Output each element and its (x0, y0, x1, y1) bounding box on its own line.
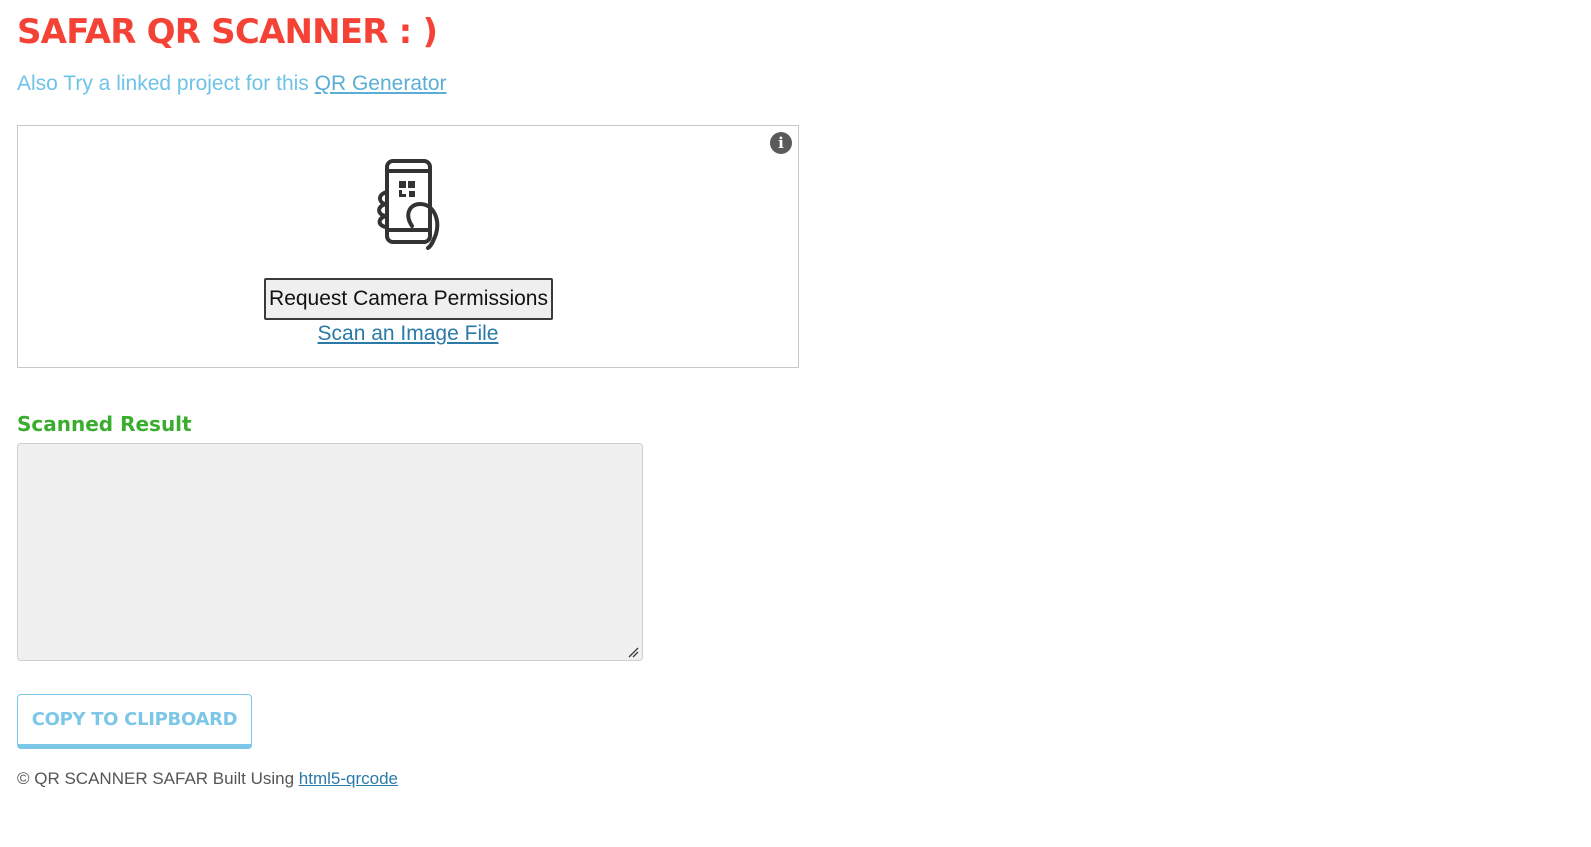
info-icon[interactable]: i (770, 132, 792, 154)
scanned-result-label: Scanned Result (17, 412, 192, 436)
hand-holding-phone-qr-icon (377, 159, 440, 250)
qr-reader-panel: i Request Camera Permissions Scan an Ima… (17, 125, 799, 368)
request-camera-permissions-button[interactable]: Request Camera Permissions (264, 278, 553, 320)
resize-grip-icon[interactable] (627, 646, 639, 658)
copy-to-clipboard-button[interactable]: COPY TO CLIPBOARD (17, 694, 252, 749)
scanned-result-textarea[interactable] (17, 443, 643, 661)
html5-qrcode-link[interactable]: html5-qrcode (299, 769, 398, 788)
footer: © QR SCANNER SAFAR Built Using html5-qrc… (17, 769, 398, 789)
footer-text: © QR SCANNER SAFAR Built Using (17, 769, 299, 788)
subtitle-text: Also Try a linked project for this (17, 72, 315, 95)
page-title: SAFAR QR SCANNER : ) (17, 12, 438, 52)
scan-image-file-link[interactable]: Scan an Image File (18, 322, 798, 346)
subtitle: Also Try a linked project for this QR Ge… (17, 72, 447, 96)
qr-generator-link[interactable]: QR Generator (315, 72, 447, 95)
